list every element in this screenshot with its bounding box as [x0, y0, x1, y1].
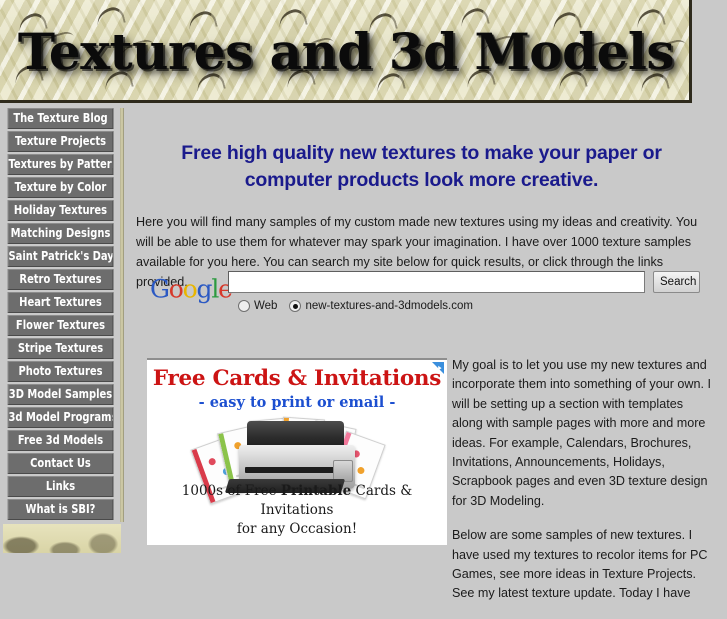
radio-web[interactable]	[238, 300, 250, 312]
sidebar-item-label: Flower Textures	[15, 318, 106, 332]
google-logo-letter: o	[168, 274, 184, 304]
sidebar-item-contact-us[interactable]: Contact Us	[7, 453, 114, 474]
sidebar-edge-strip	[120, 108, 124, 522]
sidebar-item-label: 3D Model Samples	[8, 387, 113, 401]
site-title: Textures and 3d Models	[17, 22, 675, 81]
google-logo-letter: o	[182, 274, 198, 304]
card-dot	[207, 457, 217, 467]
sidebar-item-retro-textures[interactable]: Retro Textures	[7, 269, 114, 290]
sidebar-item-holiday-textures[interactable]: Holiday Textures	[7, 200, 114, 221]
ad-footer-line-1: 1000s of Free Printable Cards & Invitati…	[147, 482, 447, 520]
sidebar-item-label: Photo Textures	[18, 364, 103, 378]
sidebar-item-label: Heart Textures	[19, 295, 102, 309]
ad-footer-pre: 1000s of Free	[181, 483, 281, 499]
printer-paper-slot	[245, 467, 347, 473]
radio-site[interactable]	[289, 300, 302, 312]
sidebar-item-stripe-textures[interactable]: Stripe Textures	[7, 338, 114, 359]
ad-headline: Free Cards & Invitations	[152, 366, 442, 391]
adchoices-triangle-icon[interactable]	[430, 361, 445, 376]
sidebar-item-3d-model-samples[interactable]: 3D Model Samples	[7, 384, 114, 405]
sidebar-item-label: Stripe Textures	[17, 341, 104, 355]
search-scope-options: Web new-textures-and-3dmodels.com	[238, 300, 485, 312]
sidebar-item-texture-by-color[interactable]: Texture by Color	[7, 177, 114, 198]
sidebar-item-label: The Texture Blog	[13, 111, 108, 125]
ad-footer-line-2: for any Occasion!	[236, 521, 358, 537]
sidebar-item-flower-textures[interactable]: Flower Textures	[7, 315, 114, 336]
right-paragraph-1: My goal is to let you use my new texture…	[452, 358, 712, 508]
radio-web-label: Web	[254, 300, 278, 312]
sidebar-item-label: Contact Us	[30, 456, 91, 470]
sidebar-item-textures-by-pattern[interactable]: Textures by Pattern	[7, 154, 114, 175]
google-search-form: Google™ Search Web new-textures-and-3dmo…	[150, 271, 710, 323]
site-header-banner: Textures and 3d Models	[0, 0, 692, 103]
sidebar-item-links[interactable]: Links	[7, 476, 114, 497]
sidebar-item-the-texture-blog[interactable]: The Texture Blog	[7, 108, 114, 129]
main-content: Free high quality new textures to make y…	[130, 112, 713, 600]
google-logo-letter: g	[196, 274, 213, 304]
sidebar-item-label: Holiday Textures	[13, 203, 108, 217]
ad-footer-text: 1000s of Free Printable Cards & Invitati…	[147, 482, 447, 539]
sidebar-item-matching-designs[interactable]: Matching Designs	[7, 223, 114, 244]
right-paragraph-2: Below are some samples of new textures. …	[452, 528, 708, 601]
sidebar-item-label: Retro Textures	[19, 272, 102, 286]
sidebar-item-label: Matching Designs	[10, 226, 111, 240]
sidebar-item-label: 3d Model Programs	[8, 410, 114, 424]
sidebar-item-label: Texture Projects	[14, 134, 107, 148]
sidebar-item-label: What is SBI?	[25, 502, 96, 516]
sidebar-item-saint-patricks-day[interactable]: Saint Patrick's Day	[7, 246, 114, 267]
sidebar-item-3d-model-programs[interactable]: 3d Model Programs	[7, 407, 114, 428]
sidebar-item-what-is-sbi[interactable]: What is SBI?	[7, 499, 114, 520]
sidebar-item-free-3d-models[interactable]: Free 3d Models	[7, 430, 114, 451]
search-button[interactable]: Search	[653, 271, 700, 293]
right-column-text: My goal is to let you use my new texture…	[452, 356, 714, 619]
ad-footer-bold: Printable	[280, 483, 352, 499]
radio-site-label: new-textures-and-3dmodels.com	[305, 300, 473, 312]
sidebar-item-photo-textures[interactable]: Photo Textures	[7, 361, 114, 382]
card-dot	[356, 466, 366, 475]
sidebar-item-texture-projects[interactable]: Texture Projects	[7, 131, 114, 152]
google-logo-letter: G	[150, 274, 170, 304]
sidebar-item-heart-textures[interactable]: Heart Textures	[7, 292, 114, 313]
sidebar-item-label: Saint Patrick's Day	[8, 249, 114, 263]
ad-subheadline: - easy to print or email -	[198, 394, 396, 411]
page-title: Free high quality new textures to make y…	[181, 142, 662, 191]
sidebar-item-label: Textures by Pattern	[8, 157, 114, 171]
advertisement-banner[interactable]: Free Cards & Invitations - easy to print…	[147, 358, 447, 545]
sidebar-footer-texture-image	[3, 524, 121, 553]
sidebar-navigation: The Texture Blog Texture Projects Textur…	[0, 108, 124, 553]
sidebar-item-label: Links	[45, 479, 76, 493]
sidebar-item-label: Texture by Color	[14, 180, 107, 194]
sidebar-item-label: Free 3d Models	[17, 433, 104, 447]
search-input[interactable]	[228, 271, 645, 293]
